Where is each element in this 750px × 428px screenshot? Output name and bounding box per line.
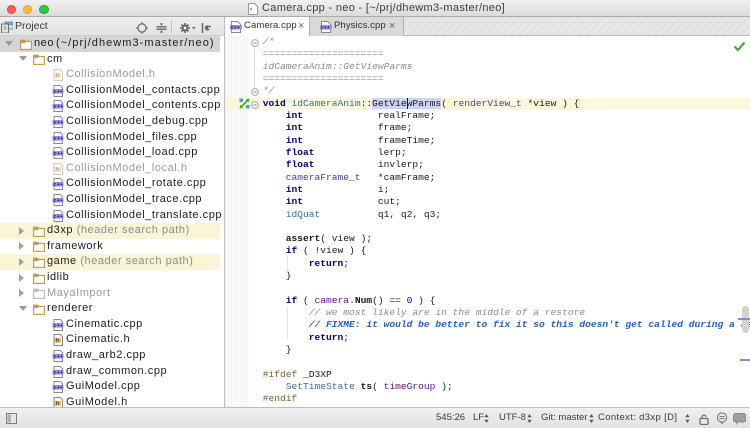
svg-text:c++: c++ [54,182,64,188]
svg-text:c++: c++ [231,25,240,31]
svg-text:c++: c++ [54,104,64,110]
svg-text:c++: c++ [54,370,64,376]
svg-text:h: h [56,167,60,173]
svg-text:c++: c++ [54,354,64,360]
svg-text:c++: c++ [54,385,64,391]
svg-text:c++: c++ [54,120,64,126]
svg-text:c++: c++ [54,214,64,220]
svg-text:c++: c++ [54,151,64,157]
svg-text:h: h [56,73,60,79]
svg-text:c++: c++ [54,136,64,142]
svg-text:h: h [56,338,60,344]
svg-text:c++: c++ [54,198,64,204]
svg-text:c++: c++ [54,89,64,95]
svg-text:c++: c++ [321,25,330,31]
svg-text:c++: c++ [54,323,64,329]
svg-text:h: h [56,401,60,407]
